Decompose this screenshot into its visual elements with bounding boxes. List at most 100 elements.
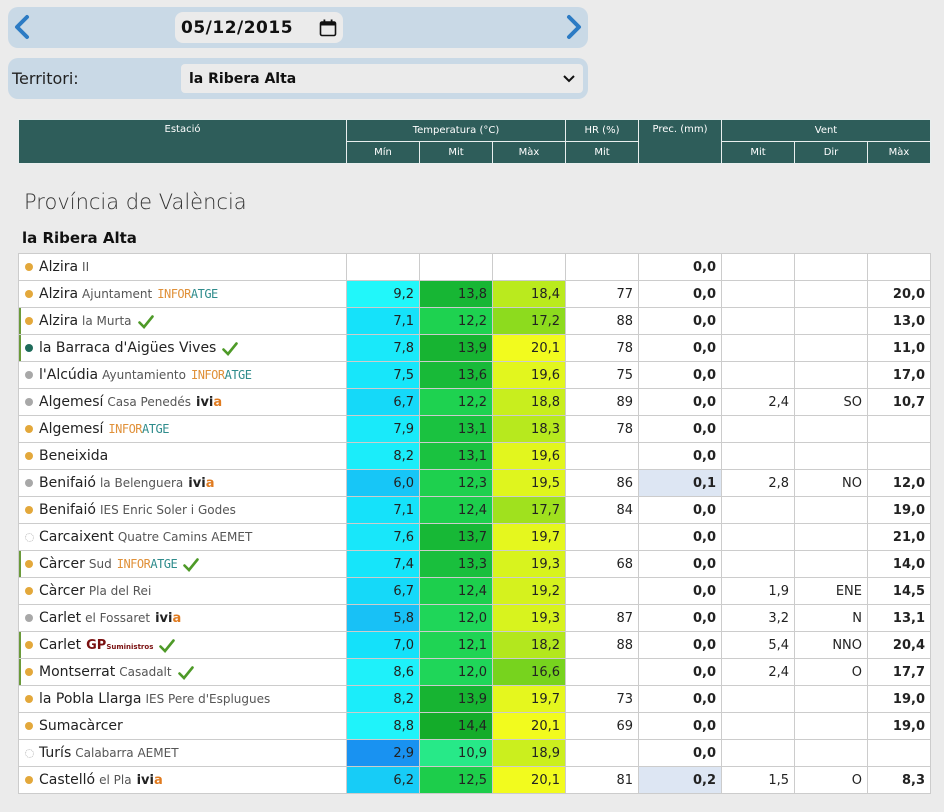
wind-max-cell: 8,3: [867, 766, 931, 794]
table-row[interactable]: Algemesí Casa Penedés ivia 6,7 12,2 18,8 89 0,0…: [18, 388, 931, 416]
col-wind-max-header: Màx: [867, 141, 931, 164]
station-cell[interactable]: Carlet el Fossaret ivia: [18, 604, 347, 632]
status-dot-icon: [25, 641, 33, 649]
station-cell[interactable]: Càrcer Sud INFORATGE: [18, 550, 347, 578]
temp-min-cell: 2,9: [346, 739, 420, 767]
wind-max-cell: 14,0: [867, 550, 931, 578]
status-dot-icon: [25, 506, 33, 514]
table-row[interactable]: Turís Calabarra AEMET 2,9 10,9 18,9 0,0: [18, 739, 931, 767]
infor-atge-logo: INFORATGE: [191, 368, 252, 382]
station-cell[interactable]: Benifaió la Belenguera ivia: [18, 469, 347, 497]
gp-suministros-logo: GPSuministros: [86, 638, 153, 653]
temp-min-cell: 6,0: [346, 469, 420, 497]
temp-max-cell: 20,1: [492, 712, 566, 740]
calendar-icon[interactable]: [319, 19, 337, 37]
wind-mit-cell: 2,4: [721, 388, 795, 416]
station-cell[interactable]: Carcaixent Quatre Camins AEMET: [18, 523, 347, 551]
territory-selected-value: la Ribera Alta: [189, 70, 297, 87]
station-cell[interactable]: Algemesí INFORATGE: [18, 415, 347, 443]
table-row[interactable]: Carcaixent Quatre Camins AEMET 7,6 13,7 19,7…: [18, 523, 931, 551]
infor-text: INFOR: [190, 368, 225, 382]
previous-day-arrow-icon[interactable]: [10, 14, 36, 40]
col-temp-max-header: Màx: [492, 141, 566, 164]
wind-dir-cell: [794, 334, 868, 362]
table-row[interactable]: Alzira la Murta 7,1 12,2 17,2 88 0,0 13,0: [18, 307, 931, 335]
station-cell[interactable]: Castelló el Pla ivia: [18, 766, 347, 794]
table-row[interactable]: l'Alcúdia Ayuntamiento INFORATGE 7,5 13,6 19,…: [18, 361, 931, 389]
station-cell[interactable]: la Barraca d'Aigües Vives: [18, 334, 347, 362]
station-cell[interactable]: l'Alcúdia Ayuntamiento INFORATGE: [18, 361, 347, 389]
territory-bar: Territori: la Ribera Alta: [8, 58, 588, 99]
station-sub: Quatre Camins AEMET: [117, 530, 253, 544]
station-name: Carlet: [39, 637, 82, 653]
table-row[interactable]: Sumacàrcer 8,8 14,4 20,1 69 0,0 19,0: [18, 712, 931, 740]
wind-max-cell: 14,5: [867, 577, 931, 605]
status-dot-icon: [25, 533, 34, 542]
suministros-text: Suministros: [106, 643, 154, 651]
station-cell[interactable]: Càrcer Pla del Rei: [18, 577, 347, 605]
ivia-text: ivi: [155, 611, 173, 626]
humidity-cell: 86: [565, 469, 639, 497]
col-temp-min-header: Mín: [346, 141, 420, 164]
wind-max-cell: 13,0: [867, 307, 931, 335]
wind-dir-cell: [794, 523, 868, 551]
station-cell[interactable]: Alzira la Murta: [18, 307, 347, 335]
station-cell[interactable]: Turís Calabarra AEMET: [18, 739, 347, 767]
temp-min-cell: 7,1: [346, 307, 420, 335]
station-cell[interactable]: Algemesí Casa Penedés ivia: [18, 388, 347, 416]
table-row[interactable]: la Barraca d'Aigües Vives 7,8 13,9 20,1 78 0,…: [18, 334, 931, 362]
temp-mit-cell: 12,3: [419, 469, 493, 497]
station-name: Turís: [39, 745, 72, 761]
temp-max-cell: 18,8: [492, 388, 566, 416]
humidity-cell: 77: [565, 280, 639, 308]
wind-mit-cell: [721, 361, 795, 389]
station-name: l'Alcúdia: [39, 367, 99, 383]
station-cell[interactable]: Alzira II: [18, 253, 347, 281]
table-row[interactable]: Benifaió la Belenguera ivia 6,0 12,3 19,5 86 0,…: [18, 469, 931, 497]
temp-max-cell: 17,2: [492, 307, 566, 335]
precipitation-cell: 0,0: [638, 307, 722, 335]
precipitation-cell: 0,0: [638, 685, 722, 713]
table-row[interactable]: Carlet el Fossaret ivia 5,8 12,0 19,3 87 0,0 3,2…: [18, 604, 931, 632]
territory-select[interactable]: la Ribera Alta: [181, 64, 583, 93]
table-row[interactable]: Benifaió IES Enric Soler i Godes 7,1 12,4 17…: [18, 496, 931, 524]
table-row[interactable]: la Pobla Llarga IES Pere d'Esplugues 8,2 13…: [18, 685, 931, 713]
station-cell[interactable]: Sumacàrcer: [18, 712, 347, 740]
checkmark-icon: [137, 314, 154, 329]
wind-mit-cell: [721, 334, 795, 362]
station-sub: Casa Penedés: [107, 395, 191, 409]
temp-max-cell: 19,6: [492, 442, 566, 470]
date-input[interactable]: 05/12/2015: [175, 12, 343, 43]
next-day-arrow-icon[interactable]: [560, 14, 586, 40]
table-row[interactable]: Algemesí INFORATGE 7,9 13,1 18,3 78 0,0: [18, 415, 931, 443]
table-row[interactable]: Montserrat Casadalt 8,6 12,0 16,6 0,0 2,4 O 17,7: [18, 658, 931, 686]
humidity-cell: 69: [565, 712, 639, 740]
temp-mit-cell: 12,0: [419, 604, 493, 632]
table-row[interactable]: Carlet GPSuministros 7,0 12,1 18,2 88 0,0 5,4 NN…: [18, 631, 931, 659]
wind-max-cell: 11,0: [867, 334, 931, 362]
wind-max-cell: 13,1: [867, 604, 931, 632]
humidity-cell: [565, 658, 639, 686]
station-cell[interactable]: Montserrat Casadalt: [18, 658, 347, 686]
station-cell[interactable]: Carlet GPSuministros: [18, 631, 347, 659]
infor-atge-logo: INFORATGE: [157, 287, 218, 301]
col-station-header: Estació: [18, 119, 347, 164]
table-row[interactable]: Castelló el Pla ivia 6,2 12,5 20,1 81 0,2 1,5 O 8,…: [18, 766, 931, 794]
station-cell[interactable]: Alzira Ajuntament INFORATGE: [18, 280, 347, 308]
station-cell[interactable]: Beneixida: [18, 442, 347, 470]
status-dot-icon: [25, 749, 34, 758]
table-row[interactable]: Alzira II 0,0: [18, 253, 931, 281]
wind-dir-cell: [794, 307, 868, 335]
station-sub: Casadalt: [119, 665, 172, 679]
table-row[interactable]: Càrcer Pla del Rei 6,7 12,4 19,2 0,0 1,9 ENE 14,…: [18, 577, 931, 605]
station-cell[interactable]: la Pobla Llarga IES Pere d'Esplugues: [18, 685, 347, 713]
precipitation-cell: 0,2: [638, 766, 722, 794]
station-cell[interactable]: Benifaió IES Enric Soler i Godes: [18, 496, 347, 524]
wind-dir-cell: O: [794, 658, 868, 686]
table-row[interactable]: Alzira Ajuntament INFORATGE 9,2 13,8 18,4 77 0,…: [18, 280, 931, 308]
temp-min-cell: 6,7: [346, 577, 420, 605]
wind-dir-cell: [794, 415, 868, 443]
table-row[interactable]: Càrcer Sud INFORATGE 7,4 13,3 19,3 68 0,0 14,0: [18, 550, 931, 578]
table-row[interactable]: Beneixida 8,2 13,1 19,6 0,0: [18, 442, 931, 470]
checkmark-icon: [222, 341, 239, 356]
